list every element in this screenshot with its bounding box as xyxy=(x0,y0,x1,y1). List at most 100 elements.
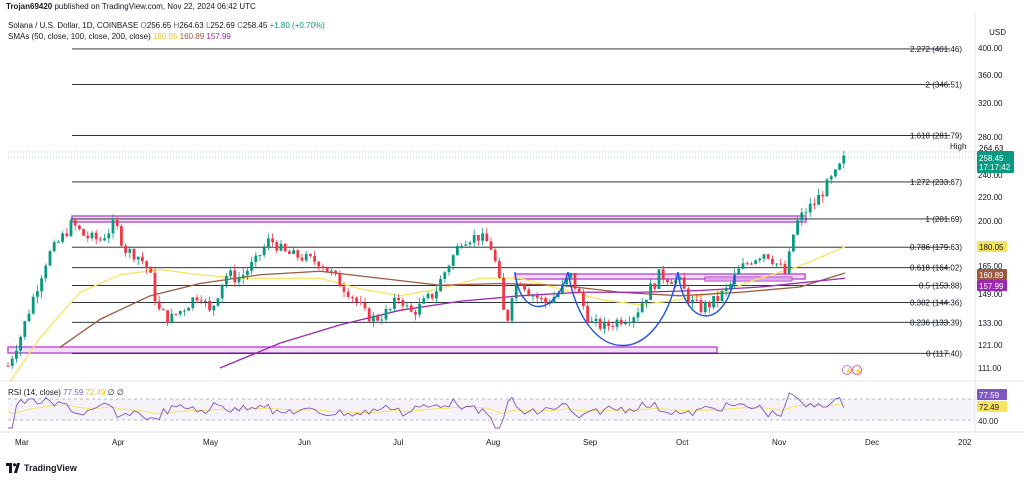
candle-body[interactable] xyxy=(397,297,400,301)
candle-body[interactable] xyxy=(808,203,812,213)
candle-body[interactable] xyxy=(10,358,14,366)
candle-body[interactable] xyxy=(73,220,77,226)
candle-body[interactable] xyxy=(195,297,199,301)
candle-body[interactable] xyxy=(204,300,207,302)
candle-body[interactable] xyxy=(506,309,510,321)
candle-body[interactable] xyxy=(687,288,690,304)
candle-body[interactable] xyxy=(783,263,787,274)
candle-body[interactable] xyxy=(800,212,804,221)
candle-body[interactable] xyxy=(262,247,266,256)
candle-body[interactable] xyxy=(611,325,615,327)
candle-body[interactable] xyxy=(754,260,757,264)
candle-body[interactable] xyxy=(670,282,673,284)
candle-body[interactable] xyxy=(699,300,703,313)
candle-body[interactable] xyxy=(775,263,778,265)
candle-body[interactable] xyxy=(569,272,573,278)
candle-body[interactable] xyxy=(296,250,300,258)
candle-body[interactable] xyxy=(86,235,90,239)
candle-body[interactable] xyxy=(237,278,241,283)
candle-body[interactable] xyxy=(426,293,430,299)
candle-body[interactable] xyxy=(44,265,48,279)
candle-body[interactable] xyxy=(351,296,354,298)
candle-body[interactable] xyxy=(582,292,585,307)
candle-body[interactable] xyxy=(6,365,10,367)
candle-body[interactable] xyxy=(90,232,94,239)
candle-body[interactable] xyxy=(607,321,610,326)
candle-body[interactable] xyxy=(628,322,631,324)
candle-body[interactable] xyxy=(737,268,741,275)
candle-body[interactable] xyxy=(527,289,531,296)
candle-body[interactable] xyxy=(225,275,228,285)
candle-body[interactable] xyxy=(229,270,232,276)
candle-body[interactable] xyxy=(111,219,115,234)
candle-body[interactable] xyxy=(145,261,148,269)
candle-body[interactable] xyxy=(422,298,426,304)
candle-body[interactable] xyxy=(254,255,258,262)
candle-body[interactable] xyxy=(691,299,694,304)
candle-body[interactable] xyxy=(401,300,405,306)
candle-body[interactable] xyxy=(821,194,825,197)
candle-body[interactable] xyxy=(170,313,174,323)
candle-body[interactable] xyxy=(682,277,686,289)
candle-body[interactable] xyxy=(355,297,358,302)
candle-body[interactable] xyxy=(338,273,342,287)
candle-body[interactable] xyxy=(598,318,602,329)
candle-body[interactable] xyxy=(439,278,442,292)
candle-body[interactable] xyxy=(19,336,22,351)
candle-body[interactable] xyxy=(842,155,846,164)
candle-body[interactable] xyxy=(149,268,153,273)
candle-body[interactable] xyxy=(653,283,657,289)
candle-body[interactable] xyxy=(535,295,539,298)
candle-body[interactable] xyxy=(233,270,237,283)
candle-body[interactable] xyxy=(27,313,31,322)
candle-body[interactable] xyxy=(498,261,501,278)
candle-body[interactable] xyxy=(212,305,216,311)
candle-body[interactable] xyxy=(493,249,497,262)
candle-body[interactable] xyxy=(531,295,535,297)
candle-body[interactable] xyxy=(430,293,434,299)
candle-body[interactable] xyxy=(334,270,337,274)
candle-body[interactable] xyxy=(745,263,749,265)
symbol-title[interactable]: Solana / U.S. Dollar, 1D, COINBASE xyxy=(8,21,138,30)
tradingview-footer[interactable]: TradingView xyxy=(6,461,77,475)
candle-body[interactable] xyxy=(157,301,161,310)
candle-body[interactable] xyxy=(36,291,39,297)
candle-body[interactable] xyxy=(317,261,321,267)
candle-body[interactable] xyxy=(460,245,463,247)
candle-body[interactable] xyxy=(712,296,715,308)
candle-body[interactable] xyxy=(65,233,69,237)
candle-body[interactable] xyxy=(636,312,640,318)
candle-body[interactable] xyxy=(443,272,447,279)
sma100-line[interactable] xyxy=(59,270,846,348)
candle-body[interactable] xyxy=(153,272,157,302)
candle-body[interactable] xyxy=(750,263,753,265)
candle-body[interactable] xyxy=(414,311,417,315)
candle-body[interactable] xyxy=(468,242,472,245)
candle-body[interactable] xyxy=(502,277,505,310)
candle-body[interactable] xyxy=(330,270,333,272)
candle-body[interactable] xyxy=(199,300,203,302)
candle-body[interactable] xyxy=(716,296,720,301)
candle-body[interactable] xyxy=(107,233,111,239)
candle-body[interactable] xyxy=(267,238,270,248)
candle-body[interactable] xyxy=(615,319,619,327)
candle-body[interactable] xyxy=(544,298,547,304)
candle-body[interactable] xyxy=(191,297,195,308)
candle-body[interactable] xyxy=(283,243,287,252)
candle-body[interactable] xyxy=(120,226,123,246)
candle-body[interactable] xyxy=(309,254,312,257)
candle-body[interactable] xyxy=(313,256,316,262)
candle-body[interactable] xyxy=(640,303,644,313)
candle-body[interactable] xyxy=(124,245,127,253)
candle-body[interactable] xyxy=(132,249,136,260)
candle-body[interactable] xyxy=(279,243,283,251)
candle-body[interactable] xyxy=(183,310,186,312)
candle-body[interactable] xyxy=(393,297,396,309)
candle-body[interactable] xyxy=(78,225,81,230)
candle-body[interactable] xyxy=(540,297,543,299)
candle-body[interactable] xyxy=(367,308,371,322)
candle-body[interactable] xyxy=(208,300,211,311)
head-curve[interactable] xyxy=(567,271,679,346)
candle-body[interactable] xyxy=(489,241,493,250)
candle-body[interactable] xyxy=(23,321,27,337)
